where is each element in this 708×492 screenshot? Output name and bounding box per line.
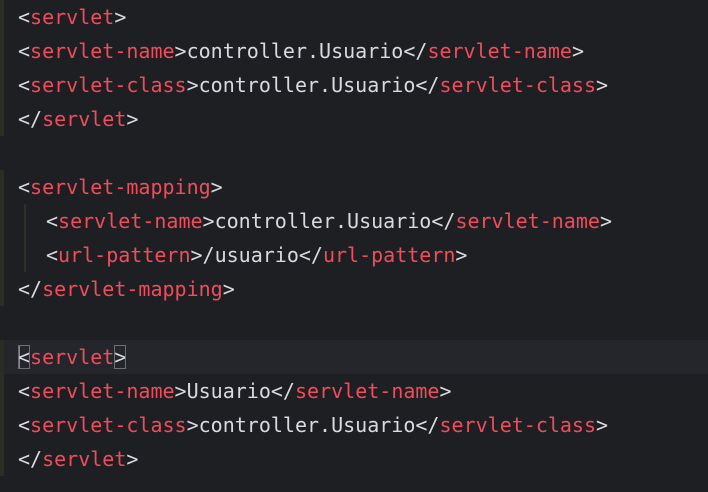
- gutter-marker: [0, 170, 4, 204]
- bracket-match-open: <: [18, 345, 31, 369]
- gutter-marker: [0, 272, 4, 306]
- xml-tag: servlet-name: [30, 379, 175, 403]
- xml-text: controller.Usuario: [214, 209, 432, 233]
- code-content: <servlet-mapping>: [18, 175, 223, 199]
- xml-tag: servlet-name: [427, 39, 572, 63]
- xml-tag: servlet-mapping: [42, 277, 223, 301]
- xml-tag: url-pattern: [322, 243, 456, 267]
- code-content: <servlet-class>controller.Usuario</servl…: [18, 73, 609, 97]
- code-content: <servlet>: [18, 5, 127, 29]
- xml-tag: servlet-name: [294, 379, 440, 403]
- code-content: <servlet-class>controller.Usuario</servl…: [18, 413, 609, 437]
- xml-tag: servlet-mapping: [30, 175, 211, 199]
- gutter-marker: [0, 408, 4, 442]
- xml-tag: servlet-name: [30, 39, 175, 63]
- code-content: </servlet>: [18, 107, 139, 131]
- xml-text: Usuario: [186, 379, 271, 403]
- xml-tag: servlet-name: [58, 209, 203, 233]
- code-line[interactable]: <servlet-class>controller.Usuario</servl…: [0, 68, 708, 102]
- blank-line[interactable]: [0, 136, 708, 170]
- code-line[interactable]: <url-pattern>/usuario</url-pattern>: [0, 238, 708, 272]
- code-line[interactable]: <servlet-name>Usuario</servlet-name>: [0, 374, 708, 408]
- gutter-marker: [0, 340, 4, 374]
- code-content: <servlet-name>Usuario</servlet-name>: [18, 379, 452, 403]
- xml-tag: servlet: [30, 5, 115, 29]
- code-line[interactable]: </servlet>: [0, 102, 708, 136]
- code-content: </servlet>: [18, 447, 139, 471]
- xml-tag: servlet-name: [455, 209, 600, 233]
- xml-text: controller.Usuario: [198, 73, 416, 97]
- code-content: <servlet-name>controller.Usuario</servle…: [46, 209, 612, 233]
- code-line[interactable]: </servlet-mapping>: [0, 272, 708, 306]
- xml-tag: servlet-class: [439, 73, 597, 97]
- blank-line[interactable]: [0, 306, 708, 340]
- code-content: <servlet>: [18, 340, 127, 374]
- gutter-marker: [0, 102, 4, 136]
- xml-text: controller.Usuario: [186, 39, 404, 63]
- xml-text: controller.Usuario: [198, 413, 416, 437]
- gutter-marker: [0, 0, 4, 34]
- gutter-marker: [0, 238, 4, 272]
- gutter-marker: [0, 442, 4, 476]
- xml-tag: servlet: [42, 107, 127, 131]
- code-line[interactable]: <servlet-mapping>: [0, 170, 708, 204]
- indent-guide: [24, 238, 26, 272]
- xml-tag: servlet: [30, 345, 115, 369]
- code-line[interactable]: </servlet>: [0, 442, 708, 476]
- xml-tag: servlet-class: [439, 413, 597, 437]
- code-line[interactable]: <servlet>: [0, 0, 708, 34]
- indent-guide: [24, 204, 26, 238]
- code-line[interactable]: <servlet-class>controller.Usuario</servl…: [0, 408, 708, 442]
- gutter-marker: [0, 68, 4, 102]
- xml-tag: servlet: [42, 447, 127, 471]
- code-editor[interactable]: <servlet> <servlet-name>controller.Usuar…: [0, 0, 708, 492]
- code-line[interactable]: <servlet-name>controller.Usuario</servle…: [0, 34, 708, 68]
- bracket-match-close: >: [114, 345, 127, 369]
- xml-tag: url-pattern: [58, 243, 191, 267]
- gutter-marker: [0, 34, 4, 68]
- gutter-marker: [0, 204, 4, 238]
- code-content: </servlet-mapping>: [18, 277, 235, 301]
- gutter-marker: [0, 374, 4, 408]
- code-content: <servlet-name>controller.Usuario</servle…: [18, 39, 584, 63]
- xml-tag: servlet-class: [30, 73, 187, 97]
- code-line[interactable]: <servlet-name>controller.Usuario</servle…: [0, 204, 708, 238]
- xml-text: /usuario: [202, 243, 299, 267]
- xml-tag: servlet-class: [30, 413, 187, 437]
- code-content: <url-pattern>/usuario</url-pattern>: [46, 243, 468, 267]
- code-line-current[interactable]: <servlet>: [0, 340, 708, 374]
